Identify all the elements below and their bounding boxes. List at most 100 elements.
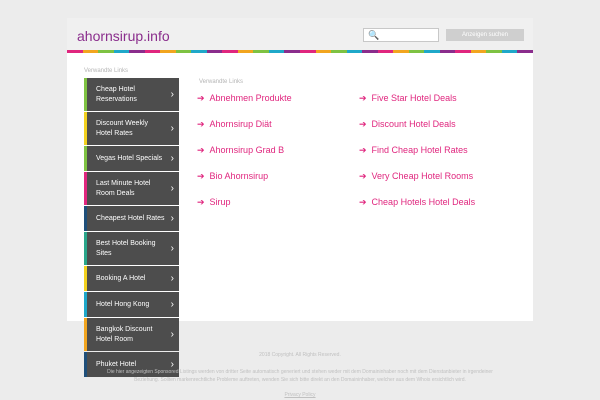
related-link-label: Discount Hotel Deals	[371, 119, 456, 129]
arrow-right-icon: ➔	[197, 171, 205, 181]
chevron-right-icon: ›	[170, 182, 174, 194]
sidebar-item[interactable]: Last Minute Hotel Room Deals ›	[84, 172, 179, 205]
main-card: ahornsirup.info 🔍 Anzeigen suchen Verwan…	[67, 18, 533, 377]
sidebar-item[interactable]: Cheapest Hotel Rates ›	[84, 206, 179, 231]
stripe-segment	[393, 50, 409, 53]
stripe-segment	[206, 50, 223, 53]
chevron-right-icon: ›	[170, 152, 174, 164]
related-link-label: Ahornsirup Diät	[209, 119, 272, 129]
stripe-segment	[144, 50, 161, 53]
sidebar-item[interactable]: Best Hotel Booking Sites ›	[84, 232, 179, 265]
arrow-right-icon: ➔	[359, 119, 367, 129]
related-link[interactable]: ➔ Ahornsirup Diät	[197, 118, 272, 130]
disclaimer-line-2: Beziehung. Sollten markenrechtliche Prob…	[134, 377, 466, 383]
stripe-segment	[222, 50, 238, 53]
chevron-right-icon: ›	[170, 212, 174, 224]
related-link[interactable]: ➔ Find Cheap Hotel Rates	[359, 144, 468, 156]
stripe-segment	[486, 50, 502, 53]
related-link[interactable]: ➔ Discount Hotel Deals	[359, 118, 456, 130]
stripe-segment	[284, 50, 300, 53]
arrow-right-icon: ➔	[359, 171, 367, 181]
sidebar-item-label: Best Hotel Booking Sites	[96, 239, 156, 257]
related-link[interactable]: ➔ Cheap Hotels Hotel Deals	[359, 196, 475, 208]
stripe-segment	[129, 50, 145, 53]
related-link-label: Abnehmen Produkte	[209, 93, 292, 103]
site-title[interactable]: ahornsirup.info	[77, 28, 170, 44]
sidebar-item-label: Discount Weekly Hotel Rates	[96, 119, 149, 137]
arrow-right-icon: ➔	[359, 145, 367, 155]
chevron-right-icon: ›	[170, 328, 174, 340]
related-link[interactable]: ➔ Ahornsirup Grad B	[197, 144, 284, 156]
disclaimer-text: Die hier angezeigten Sponsored Listings …	[0, 368, 600, 384]
search-button[interactable]: Anzeigen suchen	[446, 29, 524, 41]
stripe-segment	[237, 50, 254, 53]
stripe-segment	[439, 50, 456, 53]
sidebar-item-label: Booking A Hotel	[96, 274, 146, 282]
stripe-segment	[98, 50, 114, 53]
chevron-right-icon: ›	[170, 272, 174, 284]
arrow-right-icon: ➔	[359, 197, 367, 207]
stripe-segment	[377, 50, 394, 53]
sidebar-item-label: Hotel Hong Kong	[96, 300, 150, 308]
stripe-segment	[175, 50, 192, 53]
related-link[interactable]: ➔ Sirup	[197, 196, 231, 208]
stripe-segment	[268, 50, 285, 53]
main-heading: Verwandte Links	[199, 79, 244, 85]
chevron-right-icon: ›	[170, 242, 174, 254]
related-link[interactable]: ➔ Abnehmen Produkte	[197, 92, 292, 104]
sidebar-item[interactable]: Booking A Hotel ›	[84, 266, 179, 291]
stripe-segment	[408, 50, 425, 53]
sidebar-item-label: Bangkok Discount Hotel Room	[96, 325, 153, 343]
related-link-label: Find Cheap Hotel Rates	[371, 145, 468, 155]
arrow-right-icon: ➔	[197, 145, 205, 155]
arrow-right-icon: ➔	[197, 197, 205, 207]
stripe-segment	[501, 50, 518, 53]
stripe-segment	[315, 50, 332, 53]
arrow-right-icon: ➔	[359, 93, 367, 103]
stripe-segment	[517, 50, 533, 53]
related-link-label: Very Cheap Hotel Rooms	[371, 171, 474, 181]
stripe-segment	[331, 50, 347, 53]
sidebar-item-label: Vegas Hotel Specials	[96, 154, 163, 162]
stripe-segment	[113, 50, 130, 53]
stripe-segment	[191, 50, 207, 53]
stripe-segment	[299, 50, 316, 53]
related-link[interactable]: ➔ Very Cheap Hotel Rooms	[359, 170, 473, 182]
sidebar-item-label: Cheap Hotel Reservations	[96, 85, 137, 103]
chevron-right-icon: ›	[170, 88, 174, 100]
search-input[interactable]	[378, 29, 436, 41]
privacy-policy-link[interactable]: Privacy Policy	[0, 392, 600, 398]
stripe-segment	[362, 50, 378, 53]
stripe-segment	[470, 50, 487, 53]
related-link-label: Sirup	[209, 197, 231, 207]
related-link-label: Cheap Hotels Hotel Deals	[371, 197, 476, 207]
color-stripe	[67, 50, 533, 53]
stripe-segment	[455, 50, 471, 53]
stripe-segment	[82, 50, 99, 53]
sidebar-item-label: Last Minute Hotel Room Deals	[96, 179, 151, 197]
copyright-text: 2018 Copyright. All Rights Reserved.	[259, 352, 341, 358]
chevron-right-icon: ›	[170, 122, 174, 134]
sidebar-item[interactable]: Cheap Hotel Reservations ›	[84, 78, 179, 111]
sidebar-item[interactable]: Bangkok Discount Hotel Room ›	[84, 318, 179, 351]
sidebar-links: Cheap Hotel Reservations › Discount Weekly…	[84, 78, 179, 378]
related-link-label: Five Star Hotel Deals	[371, 93, 457, 103]
chevron-right-icon: ›	[170, 298, 174, 310]
disclaimer-line-1: Die hier angezeigten Sponsored Listings …	[107, 369, 493, 375]
related-link[interactable]: ➔ Bio Ahornsirup	[197, 170, 268, 182]
sidebar-heading: Verwandte Links	[84, 68, 129, 74]
stripe-segment	[160, 50, 176, 53]
stripe-segment	[253, 50, 269, 53]
related-link-label: Bio Ahornsirup	[209, 171, 269, 181]
sidebar-item[interactable]: Vegas Hotel Specials ›	[84, 146, 179, 171]
related-link[interactable]: ➔ Five Star Hotel Deals	[359, 92, 457, 104]
arrow-right-icon: ➔	[197, 93, 205, 103]
related-link-label: Ahornsirup Grad B	[209, 145, 285, 155]
search-field[interactable]: 🔍	[363, 28, 439, 42]
sidebar-item[interactable]: Discount Weekly Hotel Rates ›	[84, 112, 179, 145]
stripe-segment	[424, 50, 440, 53]
sidebar-item[interactable]: Hotel Hong Kong ›	[84, 292, 179, 317]
sidebar-item-label: Cheapest Hotel Rates	[96, 214, 165, 222]
header-bar: ahornsirup.info 🔍 Anzeigen suchen	[67, 18, 533, 50]
stripe-segment	[67, 50, 83, 53]
